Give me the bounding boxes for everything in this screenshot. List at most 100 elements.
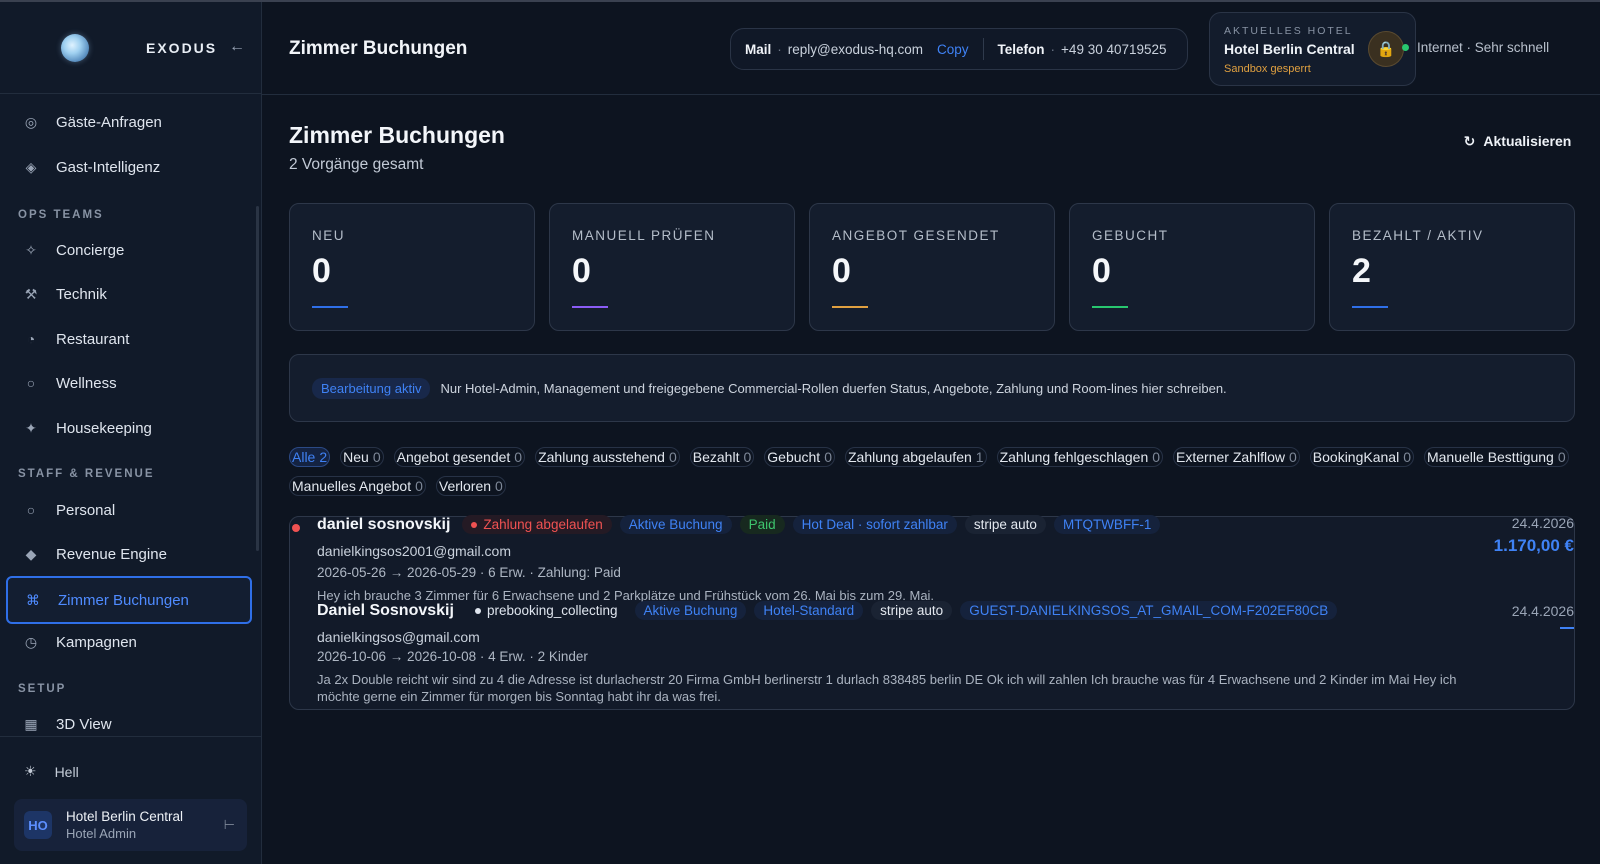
sidebar-item-label: Housekeeping [56,419,152,437]
current-hotel-panel[interactable]: AKTUELLES HOTEL Hotel Berlin Central San… [1209,12,1416,86]
sidebar-item-kampagnen[interactable]: ◷ Kampagnen [6,620,252,664]
mail-label: Mail [745,41,772,57]
page-title: Zimmer Buchungen [289,122,505,148]
sidebar-scrollbar[interactable] [256,206,259,551]
status-label: Zahlung abgelaufen [483,517,603,532]
stat-card-manuell-pruefen[interactable]: MANUELL PRÜFEN 0 [549,203,795,331]
refresh-icon: ↻ [1463,132,1476,149]
collapse-sidebar-icon[interactable]: ← [229,38,245,56]
tag-badge: Aktive Buchung [619,515,732,534]
filter-count: 2 [319,449,328,465]
stat-card-bezahlt-aktiv[interactable]: BEZAHLT / AKTIV 2 [1329,203,1575,331]
status-dot-icon [1402,44,1409,51]
status-label: prebooking_collecting [486,603,618,618]
filter-label: Externer Zahlflow [1176,449,1285,465]
logout-icon[interactable]: ⊢ [224,817,235,833]
refresh-button[interactable]: ↻ Aktualisieren [1460,124,1575,158]
sidebar-item-housekeeping[interactable]: ✦ Housekeeping [6,406,252,450]
copy-mail-button[interactable]: Copy [937,42,969,57]
tag-badge: Hot Deal · sofort zahlbar [792,515,957,534]
sidebar-item-gast-intelligenz[interactable]: ◈ Gast-Intelligenz [6,145,252,189]
filter-externer-zahlflow[interactable]: Externer Zahlflow 0 [1173,447,1300,467]
stat-accent [832,306,868,308]
theme-toggle[interactable]: ☀ Hell [24,763,79,780]
filter-alle[interactable]: Alle 2 [289,447,331,467]
filter-row-2: Manuelles Angebot 0 Verloren 0 [289,476,1579,496]
guest-name: Daniel Sosnovskij [317,601,454,619]
filter-count: 0 [824,449,832,465]
sidebar-item-personal[interactable]: ○ Personal [6,488,252,532]
stat-accent [572,306,608,308]
stat-value: 0 [572,252,591,290]
filter-manuelle-bestaetigung[interactable]: Manuelle Besttigung 0 [1423,447,1569,467]
stat-value: 0 [312,252,331,290]
diamond-icon: ◈ [25,158,37,175]
stat-label: ANGEBOT GESENDET [832,228,1000,243]
edit-active-badge: Bearbeitung aktiv [312,377,431,399]
filter-bezahlt[interactable]: Bezahlt 0 [689,447,755,467]
filter-count: 0 [415,478,423,494]
stat-value: 2 [1352,252,1371,290]
booking-id-badge[interactable]: GUEST-DANIELKINGSOS_AT_GMAIL_COM-F202EF8… [960,601,1338,620]
booking-date: 24.4.2026 [1511,515,1574,531]
sidebar-item-restaurant[interactable]: ◔ Restaurant [6,317,252,361]
stat-accent [1092,306,1128,308]
lock-icon[interactable]: 🔒 [1368,31,1404,67]
stat-card-neu[interactable]: NEU 0 [289,203,535,331]
brand-name: EXODUS [146,40,218,56]
guest-email: danielkingsos@gmail.com [317,629,480,645]
filter-angebot-gesendet[interactable]: Angebot gesendet 0 [393,447,526,467]
stat-accent [1352,306,1388,308]
page-header-title: Zimmer Buchungen [289,38,468,59]
filter-zahlung-ausstehend[interactable]: Zahlung ausstehend 0 [535,447,680,467]
booking-id-badge[interactable]: MTQTWBFF-1 [1053,515,1161,534]
filter-count: 0 [495,478,503,494]
sidebar-item-label: Gäste-Anfragen [56,113,162,131]
stat-card-gebucht[interactable]: GEBUCHT 0 [1069,203,1315,331]
contact-bar: Mail · reply@exodus-hq.com Copy Telefon … [730,28,1188,70]
user-card[interactable]: HO Hotel Berlin Central Hotel Admin ⊢ [14,799,247,851]
filter-label: Zahlung abgelaufen [848,449,972,465]
circle-icon: ○ [26,375,36,391]
filter-label: Zahlung ausstehend [538,449,665,465]
booking-header: Daniel Sosnovskij prebooking_collecting … [317,601,1345,620]
tag-badge: Aktive Buchung [634,601,747,620]
pie-icon: ◔ [26,331,36,347]
filter-label: Alle [292,449,316,465]
booking-list: daniel sosnovskij Zahlung abgelaufen Akt… [289,515,1575,710]
circle-icon: ○ [26,502,36,518]
filter-zahlung-fehlgeschlagen[interactable]: Zahlung fehlgeschlagen 0 [996,447,1164,467]
sidebar-header: EXODUS ← [0,2,261,94]
filter-verloren[interactable]: Verloren 0 [435,476,506,496]
filter-row-1: Alle 2 Neu 0 Angebot gesendet 0 Zahlung aus… [289,447,1579,467]
user-role: Hotel Admin [66,826,137,841]
status-dot-icon [474,608,481,615]
top-header: Zimmer Buchungen Mail · reply@exodus-hq.… [262,2,1600,95]
sidebar-item-concierge[interactable]: ✧ Concierge [6,228,252,272]
sidebar: EXODUS ← ◎ Gäste-Anfragen ◈ Gast-Intelli… [0,2,262,864]
sidebar-section-setup: SETUP [18,683,67,695]
filter-neu[interactable]: Neu 0 [340,447,384,467]
stat-card-angebot-gesendet[interactable]: ANGEBOT GESENDET 0 [809,203,1055,331]
sidebar-item-wellness[interactable]: ○ Wellness [6,361,252,405]
sidebar-item-technik[interactable]: ⚒ Technik [6,272,252,316]
unread-indicator [292,524,300,532]
filter-bookingkanal[interactable]: BookingKanal 0 [1309,447,1414,467]
filter-zahlung-abgelaufen[interactable]: Zahlung abgelaufen 1 [845,447,987,467]
filter-label: Zahlung fehlgeschlagen [999,449,1149,465]
booking-date: 24.4.2026 [1511,603,1574,619]
filter-gebucht[interactable]: Gebucht 0 [764,447,835,467]
sidebar-item-revenue-engine[interactable]: ◆ Revenue Engine [6,532,252,576]
sidebar-item-label: Concierge [56,241,125,259]
permission-notice: Bearbeitung aktiv Nur Hotel-Admin, Manag… [289,354,1575,422]
stat-accent [312,306,348,308]
star-icon: ✦ [25,419,37,436]
sidebar-item-zimmer-buchungen[interactable]: ⌘ Zimmer Buchungen [6,576,252,624]
stat-value: 0 [832,252,851,290]
filter-manuelles-angebot[interactable]: Manuelles Angebot 0 [289,476,426,496]
filter-count: 1 [975,449,984,465]
sidebar-item-label: Zimmer Buchungen [58,591,189,609]
tag-badge: Hotel-Standard [754,601,864,620]
sidebar-item-gaeste-anfragen[interactable]: ◎ Gäste-Anfragen [6,100,252,144]
filter-count: 0 [514,449,523,465]
